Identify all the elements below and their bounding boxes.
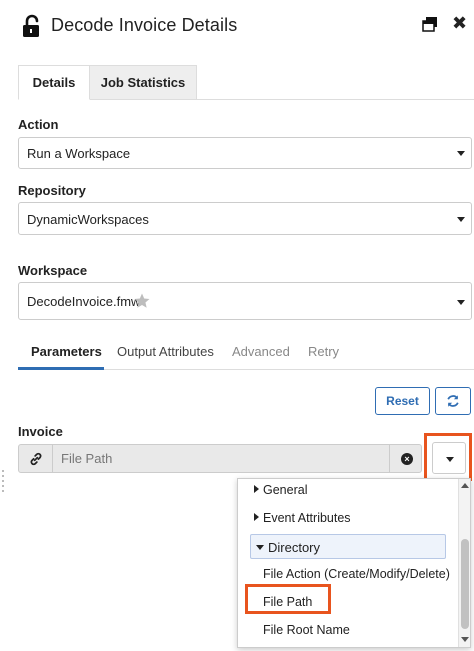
caret-right-icon <box>254 513 259 521</box>
dialog-header: Decode Invoice Details ✖ <box>0 0 474 52</box>
scroll-down-icon[interactable] <box>461 637 469 642</box>
parameter-tabs: Parameters Output Attributes Advanced Re… <box>18 338 474 370</box>
attribute-dropdown-menu: General Event Attributes Directory File … <box>237 478 471 648</box>
chevron-down-icon <box>457 217 465 222</box>
dropdown-scrollbar[interactable] <box>458 479 470 647</box>
refresh-button[interactable] <box>435 387 471 415</box>
link-button[interactable] <box>19 445 53 472</box>
tab-advanced[interactable]: Advanced <box>232 344 290 359</box>
file-path-input[interactable]: File Path <box>61 451 112 466</box>
clear-circle-icon: × <box>401 453 413 465</box>
reset-button[interactable]: Reset <box>375 387 430 415</box>
caret-right-icon <box>254 485 259 493</box>
repository-select[interactable]: DynamicWorkspaces <box>18 202 472 235</box>
workspace-label: Workspace <box>18 263 88 278</box>
menu-item-file-root-name[interactable]: File Root Name <box>263 623 350 637</box>
tab-retry[interactable]: Retry <box>308 344 339 359</box>
menu-item-event-attributes[interactable]: Event Attributes <box>254 511 351 525</box>
tab-parameters[interactable]: Parameters <box>31 344 102 359</box>
invoice-field: File Path × <box>18 444 422 473</box>
workspace-select[interactable]: DecodeInvoice.fmw <box>18 282 472 320</box>
refresh-icon <box>447 395 459 407</box>
window-restore-icon[interactable] <box>422 16 438 32</box>
repository-label: Repository <box>18 183 86 198</box>
repository-value: DynamicWorkspaces <box>27 212 149 227</box>
tab-output-attributes[interactable]: Output Attributes <box>117 344 214 359</box>
invoice-label: Invoice <box>18 424 63 439</box>
menu-item-general[interactable]: General <box>254 483 307 497</box>
scroll-up-icon[interactable] <box>461 483 469 488</box>
star-icon[interactable] <box>133 292 151 310</box>
active-tab-indicator <box>18 367 104 370</box>
resize-handle[interactable] <box>2 470 5 494</box>
scroll-thumb[interactable] <box>461 539 469 629</box>
action-value: Run a Workspace <box>27 146 131 161</box>
menu-item-file-action[interactable]: File Action (Create/Modify/Delete) <box>263 567 450 581</box>
caret-down-icon <box>256 545 264 550</box>
action-select[interactable]: Run a Workspace <box>18 137 472 169</box>
lock-open-icon <box>23 14 39 37</box>
action-label: Action <box>18 117 59 132</box>
chevron-down-icon <box>457 151 465 156</box>
main-tabs: Details Job Statistics <box>18 65 474 100</box>
tab-details[interactable]: Details <box>18 65 90 100</box>
chevron-down-icon <box>457 300 465 305</box>
link-icon <box>30 452 42 466</box>
dialog-title: Decode Invoice Details <box>51 15 238 35</box>
close-icon[interactable]: ✖ <box>452 14 467 32</box>
workspace-value: DecodeInvoice.fmw <box>27 294 141 309</box>
menu-item-file-path[interactable]: File Path <box>263 595 312 609</box>
chevron-down-icon <box>446 457 454 462</box>
menu-item-directory[interactable]: Directory <box>250 534 446 559</box>
clear-button[interactable]: × <box>389 445 423 472</box>
tab-job-statistics[interactable]: Job Statistics <box>90 65 197 100</box>
attribute-dropdown-toggle[interactable] <box>432 442 466 474</box>
